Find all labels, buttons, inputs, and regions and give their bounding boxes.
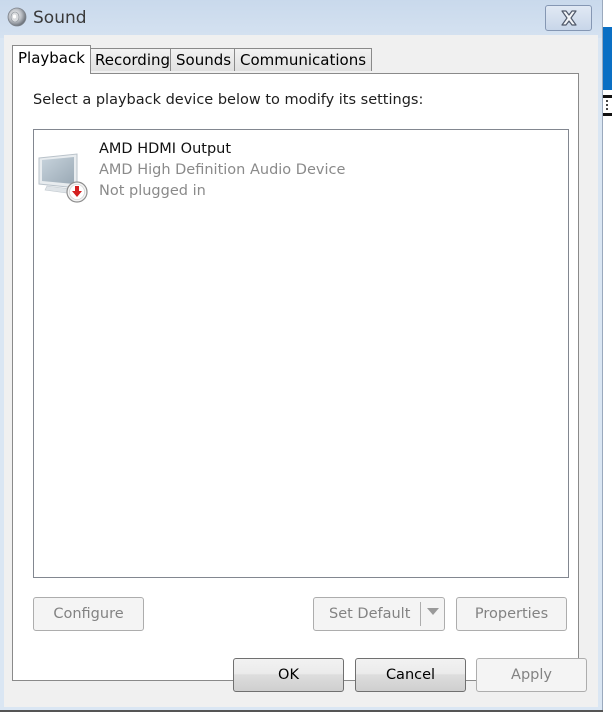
title-bar[interactable]: Sound	[0, 0, 602, 38]
background-detail	[606, 100, 612, 110]
tab-recording[interactable]: Recording	[89, 48, 177, 71]
apply-label: Apply	[511, 667, 552, 683]
background-window-edge	[603, 0, 612, 712]
close-icon	[561, 10, 577, 26]
window-title: Sound	[33, 8, 87, 28]
properties-label: Properties	[474, 606, 549, 622]
speaker-icon	[7, 7, 27, 27]
tab-sounds[interactable]: Sounds	[170, 48, 238, 71]
device-item[interactable]: AMD HDMI Output AMD High Definition Audi…	[34, 136, 434, 206]
sound-dialog: Sound Playback Recording Sounds Communic…	[0, 0, 603, 710]
monitor-icon	[38, 153, 88, 203]
chevron-down-icon	[427, 608, 439, 615]
set-default-button[interactable]: Set Default	[313, 597, 445, 631]
set-default-dropdown[interactable]	[420, 602, 444, 626]
background-divider	[603, 95, 612, 98]
cancel-button[interactable]: Cancel	[355, 658, 466, 692]
background-window-titlebar	[603, 27, 612, 90]
instructions-text: Select a playback device below to modify…	[33, 92, 424, 108]
device-name: AMD HDMI Output	[99, 141, 232, 157]
device-status: Not plugged in	[99, 183, 206, 199]
tab-playback[interactable]: Playback	[12, 45, 91, 74]
tab-label: Sounds	[176, 51, 232, 69]
configure-label: Configure	[53, 606, 124, 622]
tab-label: Playback	[18, 49, 85, 67]
ok-button[interactable]: OK	[233, 658, 344, 692]
apply-button[interactable]: Apply	[476, 658, 587, 692]
tab-communications[interactable]: Communications	[234, 48, 373, 71]
dialog-client-area: Playback Recording Sounds Communications…	[4, 35, 598, 707]
unplugged-arrow-icon	[66, 181, 88, 203]
playback-panel: Select a playback device below to modify…	[12, 73, 579, 681]
ok-label: OK	[278, 667, 299, 683]
background-divider	[603, 113, 612, 116]
tab-label: Communications	[240, 51, 367, 69]
cancel-label: Cancel	[385, 667, 436, 683]
configure-button[interactable]: Configure	[33, 597, 144, 631]
properties-button[interactable]: Properties	[456, 597, 567, 631]
device-list[interactable]: AMD HDMI Output AMD High Definition Audi…	[33, 129, 569, 578]
close-button[interactable]	[545, 5, 592, 31]
device-description: AMD High Definition Audio Device	[99, 162, 346, 178]
set-default-label: Set Default	[329, 606, 411, 622]
tab-label: Recording	[95, 51, 171, 69]
